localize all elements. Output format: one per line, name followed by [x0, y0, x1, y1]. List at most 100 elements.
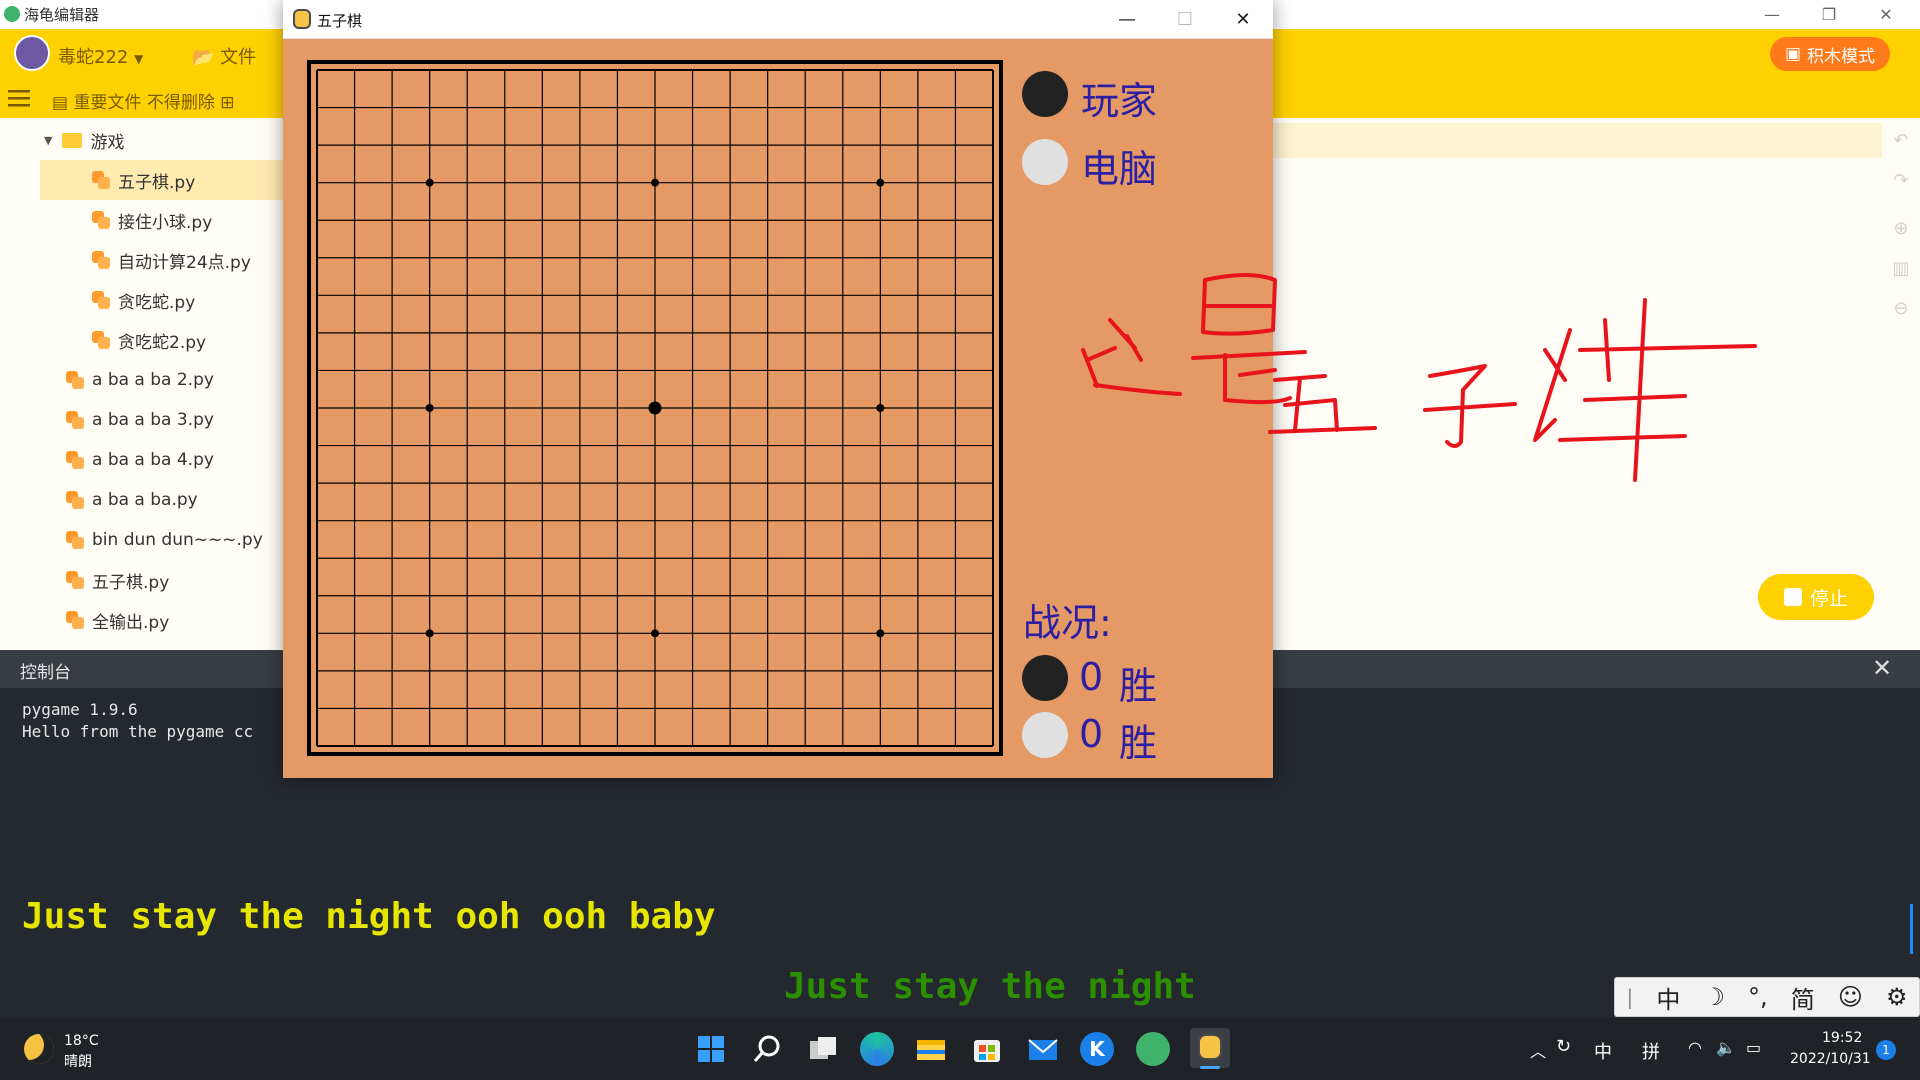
- python-file-icon: [66, 531, 84, 549]
- tray-chevron-up-icon[interactable]: ︿: [1530, 1038, 1546, 1062]
- tree-file-item[interactable]: 接住小球.py: [92, 200, 212, 240]
- tree-file-item[interactable]: a ba a ba.py: [66, 480, 198, 520]
- maximize-icon[interactable]: ☐: [1156, 0, 1214, 39]
- ime-handle[interactable]: |: [1627, 985, 1634, 1009]
- tray-language[interactable]: 中: [1594, 1038, 1612, 1064]
- minimize-icon[interactable]: —: [1098, 0, 1156, 39]
- console-scrollbar[interactable]: [1910, 904, 1913, 954]
- python-file-icon: [66, 371, 84, 389]
- block-mode-button[interactable]: ▣ 积木模式: [1770, 37, 1890, 71]
- format-icon[interactable]: ▥: [1890, 258, 1912, 280]
- gomoku-window-title: 五子棋: [317, 12, 363, 30]
- tree-file-item[interactable]: a ba a ba 4.py: [66, 440, 214, 480]
- tray-input-method[interactable]: 拼: [1642, 1038, 1660, 1064]
- tree-file-item[interactable]: 全输出.py: [66, 600, 169, 640]
- file-name: bin dun dun~~~.py: [92, 530, 263, 550]
- file-explorer-icon[interactable]: [914, 1032, 948, 1066]
- console-line: Hello from the pygame cc: [22, 722, 254, 741]
- clock-time[interactable]: 19:52: [1822, 1030, 1862, 1046]
- tree-file-item[interactable]: bin dun dun~~~.py: [66, 520, 263, 560]
- weather-temperature[interactable]: 18°C: [64, 1033, 99, 1049]
- store-icon[interactable]: [970, 1032, 1004, 1066]
- search-icon[interactable]: [750, 1032, 784, 1066]
- ime-toolbar: | 中 ☽ °, 简 ☺ ⚙: [1614, 977, 1920, 1017]
- stop-button[interactable]: 停止: [1758, 574, 1874, 620]
- emoji-icon[interactable]: ☺: [1838, 983, 1863, 1011]
- stop-icon: [1783, 588, 1802, 606]
- project-name: 重要文件 不得删除: [73, 93, 215, 113]
- close-icon[interactable]: ✕: [1214, 0, 1272, 39]
- file-name: 接住小球.py: [118, 212, 213, 233]
- file-name: 贪吃蛇.py: [118, 292, 196, 313]
- tree-folder-games[interactable]: ▼ 游戏: [44, 120, 124, 160]
- chevron-down-icon: ▼: [134, 52, 144, 66]
- file-name: 五子棋.py: [118, 172, 196, 193]
- tray-sync-icon[interactable]: ↻: [1556, 1036, 1571, 1057]
- lyric-line: Just stay the night: [784, 966, 1196, 1007]
- wifi-icon[interactable]: ◠: [1688, 1038, 1702, 1057]
- tree-file-item[interactable]: a ba a ba 3.py: [66, 400, 214, 440]
- zoom-in-icon[interactable]: ⊕: [1890, 218, 1912, 240]
- task-view-icon[interactable]: [806, 1032, 840, 1066]
- punctuation-toggle[interactable]: °,: [1748, 983, 1768, 1011]
- block-mode-icon: ▣: [1784, 44, 1802, 64]
- weather-moon-icon[interactable]: [24, 1034, 54, 1064]
- edge-browser-icon[interactable]: [860, 1032, 894, 1066]
- app-logo-icon: [4, 6, 20, 22]
- user-name: 毒蛇222: [58, 47, 129, 68]
- computer-stone-icon: [1022, 712, 1068, 758]
- wins-label: 胜: [1119, 721, 1158, 765]
- add-file-icon[interactable]: ⊞: [220, 93, 234, 113]
- tree-file-item[interactable]: 自动计算24点.py: [92, 240, 251, 280]
- console-line: pygame 1.9.6: [22, 700, 138, 719]
- computer-label: 电脑: [1081, 147, 1158, 191]
- start-icon[interactable]: [694, 1032, 728, 1066]
- console-title: 控制台: [20, 663, 71, 683]
- folder-icon: [62, 132, 83, 148]
- gomoku-board[interactable]: [307, 60, 1003, 756]
- simplified-toggle[interactable]: 简: [1791, 980, 1815, 1015]
- python-file-icon: [66, 411, 84, 429]
- python-file-icon: [92, 251, 110, 269]
- tree-file-item[interactable]: a ba a ba 2.py: [66, 360, 214, 400]
- player-stone-icon: [1022, 655, 1068, 701]
- pygame-app-icon[interactable]: [1190, 1028, 1230, 1069]
- ime-chinese-toggle[interactable]: 中: [1656, 980, 1680, 1015]
- moon-icon[interactable]: ☽: [1703, 983, 1725, 1011]
- avatar[interactable]: [14, 35, 50, 71]
- project-tab[interactable]: ▤ 重要文件 不得删除 ⊞: [52, 88, 235, 113]
- close-icon[interactable]: ✕: [1872, 654, 1892, 682]
- mail-icon[interactable]: [1026, 1032, 1060, 1066]
- undo-icon[interactable]: ↶: [1890, 130, 1912, 152]
- tree-file-item[interactable]: 贪吃蛇2.py: [92, 320, 206, 360]
- weather-description[interactable]: 晴朗: [64, 1051, 92, 1071]
- computer-stone-icon: [1022, 139, 1068, 185]
- close-icon[interactable]: ✕: [1860, 0, 1912, 29]
- file-name: a ba a ba 2.py: [92, 370, 214, 390]
- editor-right-rail: ↶ ↷ ⊕ ▥ ⊖: [1882, 118, 1920, 650]
- minimize-icon[interactable]: —: [1746, 0, 1798, 29]
- redo-icon[interactable]: ↷: [1890, 170, 1912, 192]
- board-star-point: [425, 404, 434, 412]
- tree-file-item[interactable]: 五子棋.py: [40, 160, 283, 200]
- python-file-icon: [92, 211, 110, 229]
- settings-icon[interactable]: ⚙: [1886, 983, 1908, 1011]
- user-menu[interactable]: 毒蛇222 ▼: [58, 43, 143, 69]
- battery-icon[interactable]: ▭: [1746, 1038, 1761, 1057]
- hamburger-menu-icon[interactable]: [8, 88, 30, 108]
- volume-icon[interactable]: 🔈: [1716, 1038, 1736, 1057]
- zoom-out-icon[interactable]: ⊖: [1890, 298, 1912, 320]
- tree-file-item[interactable]: 贪吃蛇.py: [92, 280, 195, 320]
- notification-badge[interactable]: 1: [1876, 1040, 1896, 1060]
- restore-icon[interactable]: ❐: [1803, 0, 1855, 29]
- file-name: a ba a ba 3.py: [92, 410, 214, 430]
- turtle-editor-icon[interactable]: [1136, 1032, 1170, 1066]
- editor-current-line: [1272, 123, 1882, 158]
- kugou-icon[interactable]: K: [1080, 1032, 1114, 1066]
- file-name: 全输出.py: [92, 612, 170, 633]
- python-file-icon: [66, 611, 84, 629]
- tree-file-item[interactable]: 五子棋.py: [66, 560, 169, 600]
- file-menu[interactable]: 📂 文件: [192, 43, 256, 69]
- clock-date[interactable]: 2022/10/31: [1790, 1051, 1871, 1067]
- file-name: 贪吃蛇2.py: [118, 332, 207, 353]
